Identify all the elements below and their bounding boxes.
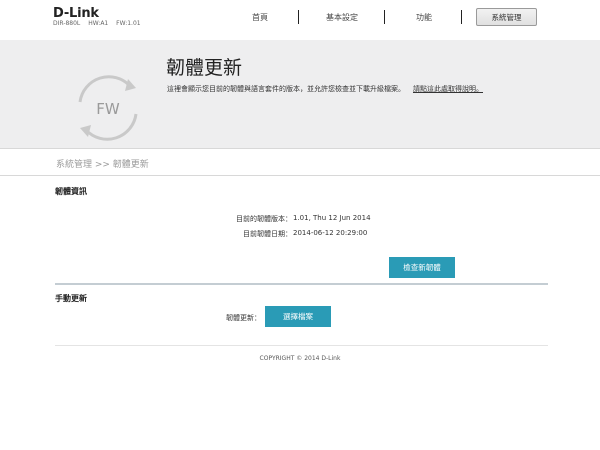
copyright-footer: COPYRIGHT © 2014 D-Link: [259, 355, 341, 362]
footer-divider: [55, 345, 548, 346]
current-version-value: 1.01, Thu 12 Jun 2014: [293, 214, 371, 222]
fw-icon-label: FW: [96, 100, 120, 118]
nav-separator: [461, 10, 462, 24]
page-description: 這裡會顯示您目前的韌體與語言套件的版本，並允許您檢查並下載升級檔案。 請點這此處取…: [167, 84, 483, 94]
current-date-label: 目前韌體日期：: [243, 230, 292, 238]
firmware-version: FW:1.01: [116, 20, 141, 27]
help-link[interactable]: 請點這此處取得說明。: [413, 85, 483, 93]
description-text: 這裡會顯示您目前的韌體與語言套件的版本，並允許您檢查並下載升級檔案。: [167, 85, 405, 93]
nav-home[interactable]: 首頁: [238, 7, 282, 27]
top-header: D-Link DIR-880L HW:A1 FW:1.01 首頁 基本設定 功能…: [0, 0, 600, 40]
hardware-version: HW:A1: [88, 20, 109, 27]
firmware-upload-label: 韌體更新：: [226, 314, 261, 322]
nav-separator: [298, 10, 299, 24]
manual-update-heading: 手動更新: [55, 294, 87, 303]
check-firmware-button[interactable]: 檢查新韌體: [389, 257, 455, 278]
choose-file-button[interactable]: 選擇檔案: [265, 306, 331, 327]
page-title: 韌體更新: [166, 57, 243, 79]
current-date-value: 2014-06-12 20:29:00: [293, 229, 368, 237]
current-version-label: 目前的韌體版本：: [236, 215, 292, 223]
model-name: DIR-880L: [53, 20, 81, 27]
nav-separator: [384, 10, 385, 24]
dlink-logo: D-Link: [53, 6, 99, 21]
device-info: DIR-880L HW:A1 FW:1.01: [53, 20, 147, 27]
nav-management[interactable]: 系統管理: [476, 8, 537, 26]
nav-basic-settings[interactable]: 基本設定: [316, 7, 368, 27]
section-divider: [55, 283, 548, 285]
nav-features[interactable]: 功能: [402, 7, 446, 27]
firmware-update-icon: FW: [78, 75, 138, 141]
breadcrumb-bar: 系統管理 >> 韌體更新: [0, 148, 600, 176]
firmware-info-heading: 韌體資訊: [55, 187, 87, 196]
breadcrumb: 系統管理 >> 韌體更新: [56, 160, 149, 170]
